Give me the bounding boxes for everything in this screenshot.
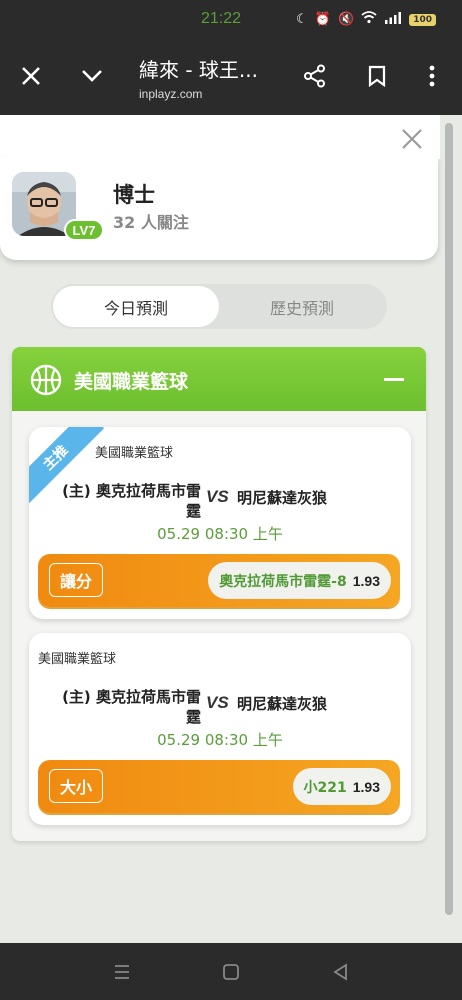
bet-pick: 奧克拉荷馬市雷霆-8 1.93 [208, 562, 391, 599]
league-header[interactable]: 美國職業籃球 [12, 347, 426, 411]
bet-odds: 1.93 [352, 778, 380, 795]
page-title: 緯來 - 球王... [139, 58, 259, 82]
close-panel-button[interactable] [398, 125, 426, 153]
bet-odds: 1.93 [352, 572, 380, 589]
bookmark-button[interactable] [359, 58, 395, 94]
bet-pick-text: 奧克拉荷馬市雷霆-8 [219, 573, 347, 590]
close-icon [22, 67, 40, 85]
wifi-icon [361, 11, 377, 28]
back-icon[interactable] [329, 960, 353, 984]
home-team: (主) 奧克拉荷馬市雷霆 [62, 482, 201, 520]
browser-toolbar: 緯來 - 球王... inplayz.com [0, 40, 462, 115]
vs-label: VS [206, 487, 229, 506]
follower-count: 32 人關注 [113, 213, 189, 232]
match-time: 05.29 08:30 上午 [157, 525, 283, 543]
match-league: 美國職業籃球 [95, 446, 174, 461]
tab-today[interactable]: 今日預測 [53, 286, 219, 327]
match-card[interactable]: 美國職業籃球 (主) 奧克拉荷馬市雷霆 VS 明尼蘇達灰狼 05.29 08:3… [29, 633, 411, 825]
vs-label: VS [206, 693, 229, 712]
home-team: (主) 奧克拉荷馬市雷霆 [62, 688, 201, 726]
prediction-tabs: 今日預測 歷史預測 [51, 284, 387, 329]
share-button[interactable] [297, 58, 333, 94]
menu-icon[interactable] [110, 960, 134, 984]
profile-name: 博士 [113, 183, 155, 207]
more-vertical-icon [429, 65, 435, 87]
away-team: 明尼蘇達灰狼 [237, 489, 328, 507]
home-icon[interactable] [219, 960, 243, 984]
match-time: 05.29 08:30 上午 [157, 731, 283, 749]
bet-bar[interactable]: 讓分 奧克拉荷馬市雷霆-8 1.93 [38, 554, 400, 607]
bet-pick: 小221 1.93 [292, 768, 391, 805]
web-content: 博士 32 人關注 LV7 今日預測 歷史預測 美國職業籃球 主推 美國職業籃球… [0, 115, 462, 943]
bet-type-label: 讓分 [49, 563, 104, 597]
page-title-block: 緯來 - 球王... inplayz.com [139, 54, 258, 101]
battery-icon: 100 [409, 13, 436, 26]
alarm-icon: ⏰ [314, 12, 332, 27]
page-url: inplayz.com [139, 87, 203, 101]
tab-history[interactable]: 歷史預測 [219, 286, 385, 327]
close-tab-button[interactable] [13, 58, 49, 94]
status-bar: 21:22 ☾ ⏰ 🔇 100 [0, 0, 462, 40]
system-nav-bar [0, 943, 462, 1000]
league-panel: 美國職業籃球 主推 美國職業籃球 (主) 奧克拉荷馬市雷霆 VS 明尼蘇達灰狼 … [12, 347, 426, 841]
minimize-button[interactable] [74, 58, 110, 94]
away-team: 明尼蘇達灰狼 [237, 695, 328, 713]
chevron-down-icon [82, 70, 102, 82]
basketball-icon [30, 364, 62, 396]
league-title: 美國職業籃球 [74, 371, 189, 393]
bookmark-icon [368, 65, 386, 87]
bet-type-label: 大小 [49, 769, 104, 803]
signal-icon [384, 11, 402, 28]
dialog-top [0, 115, 440, 159]
status-icons: ☾ ⏰ 🔇 100 [296, 11, 436, 28]
bet-bar[interactable]: 大小 小221 1.93 [38, 760, 400, 813]
share-icon [304, 64, 325, 88]
level-badge: LV7 [64, 219, 104, 241]
match-league: 美國職業籃球 [38, 652, 117, 667]
scrollbar[interactable] [445, 123, 453, 915]
profile-card: 博士 32 人關注 [0, 157, 438, 260]
close-icon [402, 129, 422, 149]
mute-icon: 🔇 [338, 12, 355, 27]
match-card[interactable]: 主推 美國職業籃球 (主) 奧克拉荷馬市雷霆 VS 明尼蘇達灰狼 05.29 0… [29, 427, 411, 619]
collapse-icon[interactable] [384, 378, 404, 381]
more-menu-button[interactable] [414, 58, 450, 94]
bet-pick-text: 小221 [303, 779, 347, 796]
moon-icon: ☾ [296, 12, 308, 27]
